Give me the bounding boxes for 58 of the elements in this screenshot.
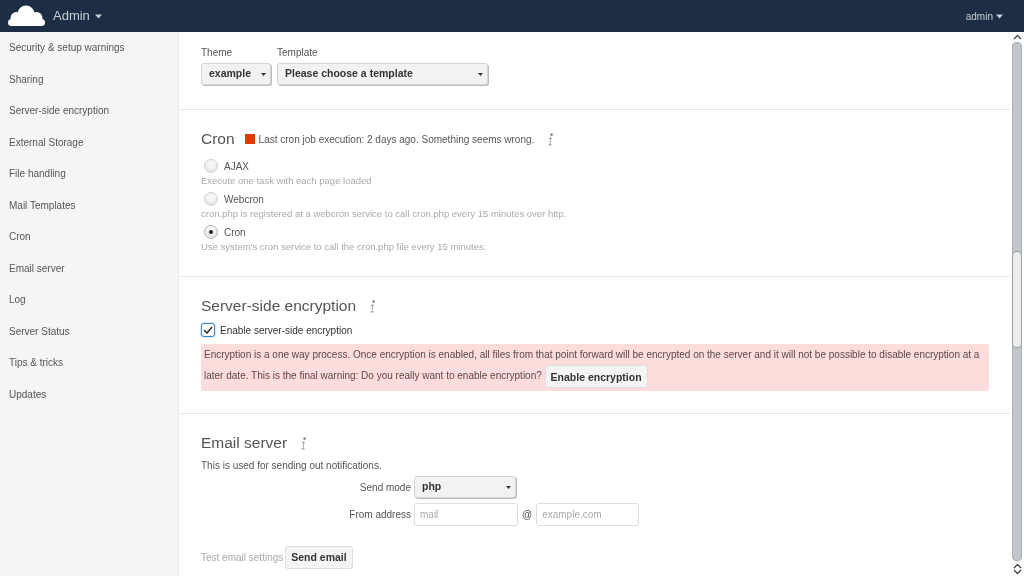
- at-sign-label: @: [522, 508, 533, 522]
- test-email-label: Test email settings: [201, 551, 284, 565]
- option-description: Use system's cron service to call the cron.php file every 15 minutes.: [201, 240, 487, 254]
- field-label: From address: [348, 508, 412, 522]
- app-menu-button[interactable]: Admin: [53, 6, 102, 26]
- sidebar-item[interactable]: Sharing: [0, 63, 178, 95]
- caret-icon: [261, 72, 266, 76]
- info-icon[interactable]: [300, 436, 308, 450]
- email-user-field[interactable]: mail: [414, 503, 518, 526]
- send-email-button[interactable]: Send email: [285, 546, 353, 569]
- radio-button[interactable]: [204, 192, 218, 206]
- caret-icon: [506, 485, 511, 489]
- sidebar-item[interactable]: Email server: [0, 252, 178, 284]
- info-icon[interactable]: [547, 132, 555, 146]
- sidebar-item[interactable]: Mail Templates: [0, 189, 178, 221]
- radio-button[interactable]: [204, 159, 218, 173]
- cloud-logo-icon[interactable]: [8, 5, 45, 27]
- enable-encryption-button[interactable]: Enable encryption: [544, 365, 648, 388]
- dropdown-select[interactable]: Please choose a template: [277, 63, 488, 85]
- option-description: cron.php is registered at a webcron service to call cron.php every 15 minutes over http.: [201, 207, 567, 221]
- sidebar-item[interactable]: Log: [0, 284, 178, 316]
- sidebar-item[interactable]: File handling: [0, 158, 178, 190]
- section-heading: Email server: [201, 433, 288, 453]
- scroll-up-icon[interactable]: [1012, 563, 1022, 569]
- field-label: Template: [277, 46, 319, 60]
- sidebar-item[interactable]: Tips & tricks: [0, 347, 178, 379]
- field-label: Theme: [201, 46, 234, 60]
- checkbox-label[interactable]: Enable server-side encryption: [220, 322, 353, 338]
- caret-icon: [94, 13, 102, 19]
- scroll-up-icon[interactable]: [1012, 34, 1022, 40]
- user-menu-button[interactable]: admin: [965, 8, 1003, 24]
- send-mode-select[interactable]: php: [414, 476, 516, 498]
- sidebar-item[interactable]: Updates: [0, 378, 178, 410]
- caret-icon: [996, 13, 1003, 19]
- caret-icon: [478, 72, 483, 76]
- status-square-icon: [244, 134, 255, 144]
- scroll-down-icon[interactable]: [1012, 569, 1022, 575]
- sidebar-item[interactable]: Cron: [0, 221, 178, 253]
- sidebar-item[interactable]: Server Status: [0, 315, 178, 347]
- warning-message: Encryption is a one way process. Once encryption is enabled, all files from that point forward will be encrypted on the server and it will not be possible to disable encryption at a later date. This is the final warning: Do you really want to enable encryption? Enable encryption: [201, 344, 989, 391]
- radio-label[interactable]: Cron: [224, 224, 246, 240]
- radio-button[interactable]: [204, 225, 218, 239]
- email-domain-field[interactable]: example.com: [536, 503, 640, 526]
- info-icon[interactable]: [369, 299, 377, 313]
- radio-label[interactable]: Webcron: [224, 191, 264, 207]
- radio-label[interactable]: AJAX: [224, 158, 249, 174]
- dropdown-select[interactable]: example: [201, 63, 271, 85]
- option-description: Execute one task with each page loaded: [201, 174, 372, 188]
- field-label: Send mode: [358, 480, 412, 495]
- sidebar-item[interactable]: Security & setup warnings: [0, 32, 178, 64]
- section-heading: Cron: [201, 129, 235, 149]
- sidebar-item[interactable]: External Storage: [0, 126, 178, 158]
- sidebar-item[interactable]: Server-side encryption: [0, 95, 178, 127]
- checkbox[interactable]: [201, 323, 215, 337]
- section-description: This is used for sending out notifications.: [201, 459, 382, 473]
- cron-status-text: Last cron job execution: 2 days ago. Something seems wrong.: [258, 132, 535, 147]
- scrollbar-thumb[interactable]: [1012, 251, 1022, 348]
- section-heading: Server-side encryption: [201, 296, 357, 316]
